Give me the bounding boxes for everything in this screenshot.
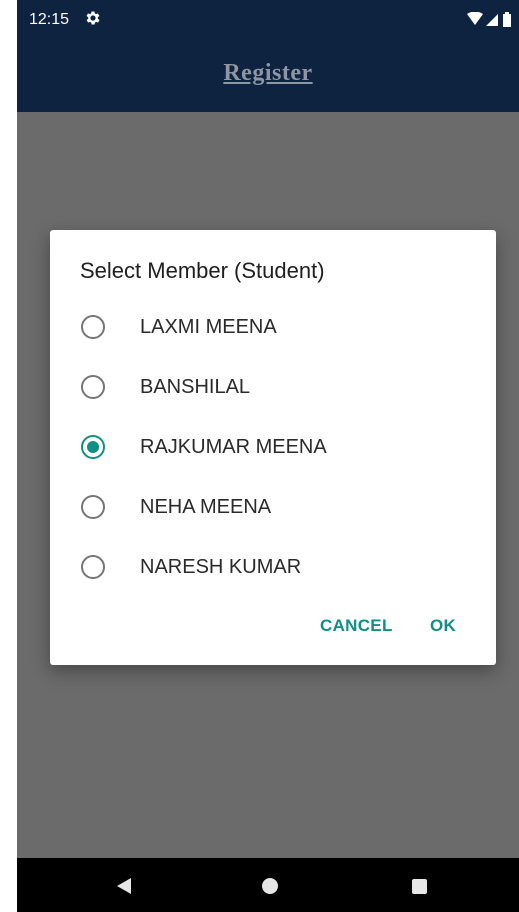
battery-icon bbox=[503, 12, 511, 27]
app-bar: Register bbox=[17, 40, 519, 112]
gear-icon bbox=[86, 11, 100, 25]
option-laxmi-meena[interactable]: LAXMI MEENA bbox=[50, 300, 496, 354]
option-rajkumar-meena[interactable]: RAJKUMAR MEENA bbox=[50, 420, 496, 474]
status-icons bbox=[467, 12, 511, 27]
device-screen: 12:15 Register Select Member (Student) L… bbox=[17, 0, 519, 912]
option-banshilal[interactable]: BANSHILAL bbox=[50, 360, 496, 414]
select-member-dialog: Select Member (Student) LAXMI MEENA BANS… bbox=[50, 230, 496, 665]
dialog-title: Select Member (Student) bbox=[80, 258, 325, 283]
wifi-icon bbox=[467, 12, 483, 25]
signal-icon bbox=[486, 14, 498, 26]
radio-button[interactable] bbox=[81, 495, 105, 519]
radio-button[interactable] bbox=[81, 375, 105, 399]
radio-button[interactable] bbox=[81, 315, 105, 339]
radio-button[interactable] bbox=[81, 555, 105, 579]
back-icon[interactable] bbox=[115, 877, 133, 895]
option-label: BANSHILAL bbox=[140, 376, 251, 398]
recents-icon[interactable] bbox=[412, 879, 427, 894]
home-icon[interactable] bbox=[262, 878, 278, 894]
option-label: NEHA MEENA bbox=[140, 496, 272, 518]
radio-button-checked[interactable] bbox=[81, 435, 105, 459]
navigation-bar bbox=[17, 858, 519, 912]
cancel-button[interactable]: CANCEL bbox=[320, 616, 393, 636]
option-naresh-kumar[interactable]: NARESH KUMAR bbox=[50, 540, 496, 594]
page-title: Register bbox=[223, 60, 313, 86]
status-bar: 12:15 bbox=[17, 0, 519, 40]
option-neha-meena[interactable]: NEHA MEENA bbox=[50, 480, 496, 534]
ok-button[interactable]: OK bbox=[430, 616, 456, 636]
option-label: NARESH KUMAR bbox=[140, 556, 302, 578]
status-time: 12:15 bbox=[29, 11, 70, 28]
option-label: RAJKUMAR MEENA bbox=[140, 436, 327, 458]
option-label: LAXMI MEENA bbox=[140, 316, 277, 338]
